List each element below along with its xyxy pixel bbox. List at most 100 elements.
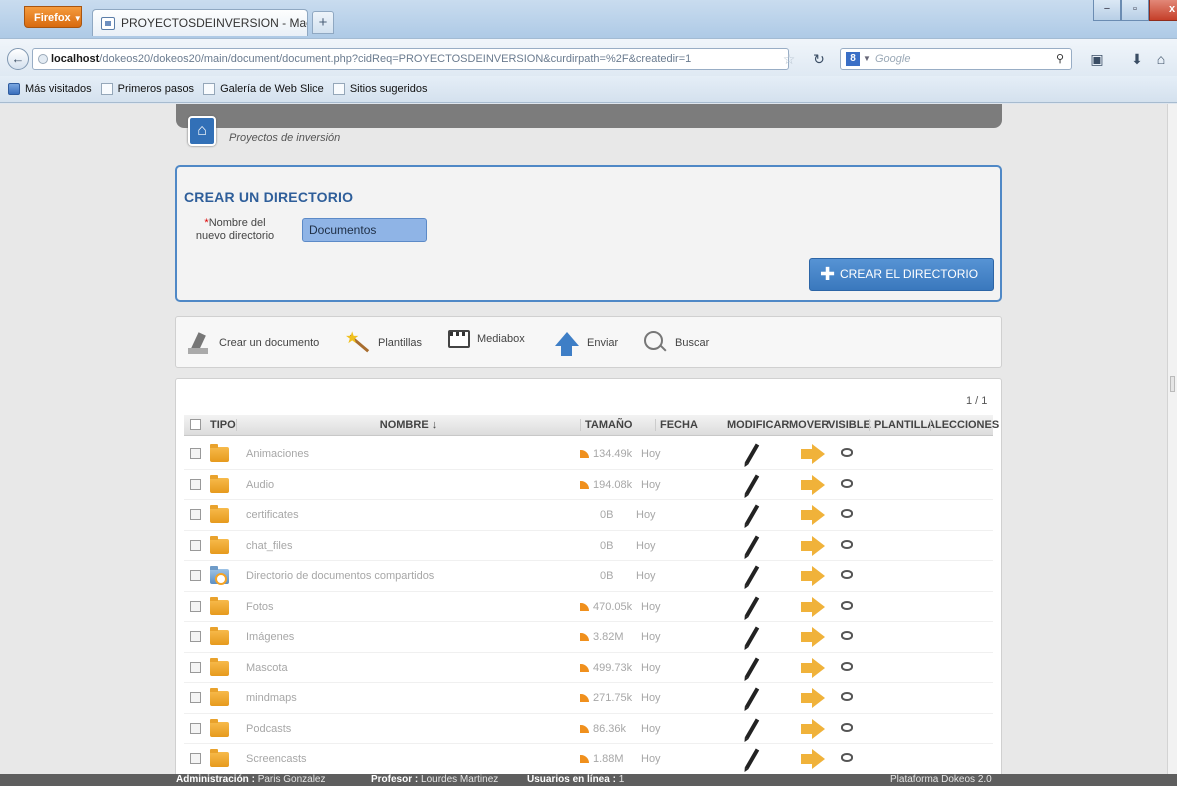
back-button[interactable]: ← — [7, 48, 29, 70]
edit-pencil-icon[interactable] — [744, 504, 760, 526]
search-icon[interactable]: ⚲ — [1056, 49, 1064, 69]
edit-pencil-icon[interactable] — [744, 687, 760, 709]
home-icon[interactable]: ⌂ — [1152, 51, 1170, 67]
column-date[interactable]: FECHA — [655, 419, 698, 431]
move-arrow-icon[interactable] — [801, 749, 825, 769]
move-arrow-icon[interactable] — [801, 474, 825, 495]
upload-button[interactable]: Enviar — [554, 330, 618, 356]
document-name-link[interactable]: Imágenes — [246, 631, 294, 643]
scrollbar-thumb[interactable] — [1170, 376, 1175, 392]
row-checkbox[interactable] — [190, 722, 201, 734]
document-name-link[interactable]: chat_files — [246, 540, 292, 552]
move-arrow-icon[interactable] — [801, 657, 825, 678]
visibility-eye-icon[interactable] — [841, 753, 853, 762]
download-arrow-icon[interactable] — [580, 602, 589, 611]
move-arrow-icon[interactable] — [801, 718, 825, 739]
visibility-eye-icon[interactable] — [841, 570, 853, 579]
edit-pencil-icon[interactable] — [744, 443, 760, 465]
directory-name-input[interactable] — [302, 218, 427, 242]
document-name-link[interactable]: Animaciones — [246, 448, 309, 460]
visibility-eye-icon[interactable] — [841, 478, 853, 488]
row-checkbox[interactable] — [190, 600, 201, 612]
search-engine-icon[interactable]: 8 — [846, 52, 860, 66]
close-window-button[interactable]: x — [1149, 0, 1177, 21]
select-all-checkbox[interactable] — [190, 419, 201, 430]
column-size[interactable]: TAMAÑO — [580, 419, 632, 431]
move-arrow-icon[interactable] — [801, 535, 825, 556]
breadcrumb[interactable]: Proyectos de inversión — [229, 132, 340, 144]
document-name-link[interactable]: Screencasts — [246, 753, 307, 765]
download-arrow-icon[interactable] — [580, 663, 589, 672]
row-checkbox[interactable] — [190, 448, 201, 459]
maximize-button[interactable]: ▫ — [1121, 0, 1149, 21]
new-tab-button[interactable]: + — [312, 11, 334, 34]
move-arrow-icon[interactable] — [801, 444, 825, 464]
document-name-link[interactable]: Mascota — [246, 662, 288, 674]
edit-pencil-icon[interactable] — [744, 595, 760, 618]
edit-pencil-icon[interactable] — [744, 748, 760, 770]
row-checkbox[interactable] — [190, 478, 201, 490]
visibility-eye-icon[interactable] — [841, 631, 853, 640]
edit-pencil-icon[interactable] — [744, 473, 760, 496]
admin-name[interactable]: Paris Gonzalez — [258, 774, 326, 785]
mediabox-button[interactable]: Mediabox — [448, 330, 525, 348]
visibility-eye-icon[interactable] — [841, 661, 853, 671]
visibility-eye-icon[interactable] — [841, 692, 853, 701]
document-name-link[interactable]: Directorio de documentos compartidos — [246, 570, 434, 582]
row-checkbox[interactable] — [190, 692, 201, 703]
download-arrow-icon[interactable] — [580, 633, 589, 641]
document-name-link[interactable]: Podcasts — [246, 723, 291, 735]
visibility-eye-icon[interactable] — [841, 509, 853, 518]
edit-pencil-icon[interactable] — [744, 565, 760, 587]
document-name-link[interactable]: mindmaps — [246, 692, 297, 704]
minimize-button[interactable]: − — [1093, 0, 1121, 21]
document-name-link[interactable]: Audio — [246, 479, 274, 491]
move-arrow-icon[interactable] — [801, 596, 825, 617]
visibility-eye-icon[interactable] — [841, 539, 853, 549]
footer-online-users[interactable]: Usuarios en línea : 1 — [527, 774, 624, 786]
visibility-eye-icon[interactable] — [841, 722, 853, 732]
row-checkbox[interactable] — [190, 631, 201, 642]
templates-button[interactable]: Plantillas — [345, 328, 422, 356]
bookmark-getting-started[interactable]: Primeros pasos — [100, 83, 194, 95]
row-checkbox[interactable] — [190, 661, 201, 673]
visibility-eye-icon[interactable] — [841, 600, 853, 610]
create-directory-button[interactable]: ✚ CREAR EL DIRECTORIO — [809, 258, 994, 291]
course-home-button[interactable]: ⌂ — [188, 116, 216, 146]
move-arrow-icon[interactable] — [801, 627, 825, 647]
row-checkbox[interactable] — [190, 509, 201, 520]
download-arrow-icon[interactable] — [580, 450, 589, 458]
visibility-eye-icon[interactable] — [841, 448, 853, 457]
move-arrow-icon[interactable] — [801, 688, 825, 708]
document-name-link[interactable]: certificates — [246, 509, 299, 521]
site-identity-icon[interactable] — [38, 54, 48, 64]
browser-tab-active[interactable]: PROYECTOSDEINVERSION - Maestría en ... — [92, 9, 308, 36]
edit-pencil-icon[interactable] — [744, 656, 760, 679]
bookmark-web-slice-gallery[interactable]: Galería de Web Slice — [203, 83, 324, 95]
chevron-down-icon[interactable]: ▼ — [863, 49, 871, 69]
search-button[interactable]: Buscar — [642, 330, 709, 356]
bookmark-most-visited[interactable]: Más visitados — [8, 83, 92, 95]
toolbar-menu-icon[interactable]: ▣ — [1088, 51, 1106, 67]
document-name-link[interactable]: Fotos — [246, 601, 274, 613]
move-arrow-icon[interactable] — [801, 505, 825, 525]
download-arrow-icon[interactable] — [580, 480, 589, 489]
bookmark-star-icon[interactable]: ☆ — [780, 51, 798, 67]
download-arrow-icon[interactable] — [580, 724, 589, 733]
download-arrow-icon[interactable] — [580, 694, 589, 702]
edit-pencil-icon[interactable] — [744, 534, 760, 557]
edit-pencil-icon[interactable] — [744, 717, 760, 740]
reload-icon[interactable]: ↻ — [810, 51, 828, 67]
column-name-sort[interactable]: NOMBRE ↓ — [236, 419, 576, 431]
bookmark-suggested-sites[interactable]: Sitios sugeridos — [332, 83, 427, 95]
search-bar[interactable]: 8 ▼ Google ⚲ — [840, 48, 1072, 70]
move-arrow-icon[interactable] — [801, 566, 825, 586]
row-checkbox[interactable] — [190, 570, 201, 581]
edit-pencil-icon[interactable] — [744, 626, 760, 648]
page-scrollbar[interactable] — [1167, 104, 1177, 774]
url-bar[interactable]: localhost/dokeos20/dokeos20/main/documen… — [32, 48, 789, 70]
firefox-menu-button[interactable]: Firefox ▼ — [24, 6, 82, 28]
teacher-name[interactable]: Lourdes Martinez — [421, 774, 498, 785]
create-document-button[interactable]: Crear un documento — [186, 330, 319, 356]
download-arrow-icon[interactable] — [580, 755, 589, 763]
